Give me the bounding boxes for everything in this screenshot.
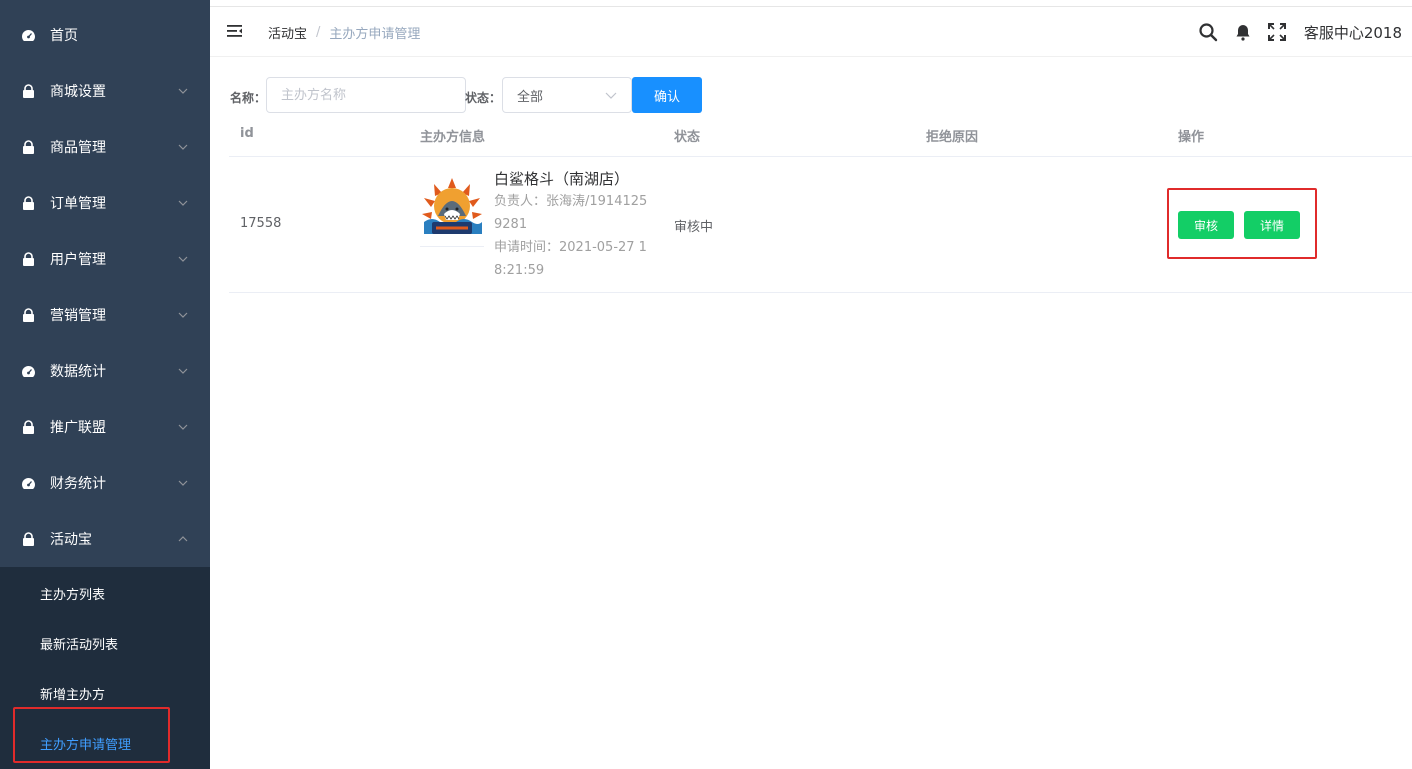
lock-icon: [20, 139, 36, 155]
breadcrumb-item-activity[interactable]: 活动宝: [268, 23, 307, 42]
filter-name-label: 名称：: [230, 91, 267, 105]
chevron-down-icon: [178, 310, 188, 321]
fullscreen-icon[interactable]: [1267, 22, 1287, 42]
submenu-item-label: 新增主办方: [40, 687, 106, 703]
sidebar-item-label: 推广联盟: [50, 420, 106, 436]
lock-icon: [20, 419, 36, 435]
lock-icon: [20, 307, 36, 323]
organizer-time-line-2: 8:21:59: [494, 263, 545, 278]
top-navbar: 活动宝 / 主办方申请管理 客服中心2018: [210, 7, 1412, 57]
breadcrumb: 活动宝 / 主办方申请管理: [268, 23, 420, 42]
sidebar-item-label: 商城设置: [50, 84, 106, 100]
organizer-time-line-1: 申请时间：2021-05-27 1: [494, 240, 647, 255]
highlight-box-actions: [1167, 188, 1317, 259]
filter-status-label: 状态：: [465, 91, 502, 105]
sidebar: 首页 商城设置 商品管理 订单管理 用户管理 营销管理 数据统计 推广联盟 财务…: [0, 0, 210, 769]
confirm-button[interactable]: 确认: [632, 77, 702, 113]
sidebar-item-affiliate[interactable]: 推广联盟: [0, 399, 210, 455]
submenu-item-organizer-list[interactable]: 主办方列表: [0, 568, 210, 618]
chevron-down-icon: [178, 86, 188, 97]
highlight-box-sidebar: [13, 707, 170, 763]
chevron-down-icon: [178, 478, 188, 489]
lock-icon: [20, 531, 36, 547]
submenu-item-label: 最新活动列表: [40, 637, 119, 653]
chevron-down-icon: [178, 422, 188, 433]
sidebar-item-label: 订单管理: [50, 196, 106, 212]
organizer-name-input[interactable]: [266, 77, 466, 113]
sidebar-item-marketing[interactable]: 营销管理: [0, 287, 210, 343]
dashboard-icon: [20, 27, 36, 43]
cell-status: 审核中: [674, 220, 714, 235]
table-row-divider: [229, 292, 1412, 293]
sidebar-item-statistics[interactable]: 数据统计: [0, 343, 210, 399]
organizer-name: 白鲨格斗（南湖店）: [494, 170, 630, 188]
lock-icon: [20, 83, 36, 99]
bell-icon[interactable]: [1233, 22, 1253, 42]
sidebar-item-orders[interactable]: 订单管理: [0, 175, 210, 231]
sidebar-item-activity[interactable]: 活动宝: [0, 511, 210, 567]
breadcrumb-item-current: 主办方申请管理: [329, 27, 421, 42]
chevron-down-icon: [178, 142, 188, 153]
column-header-status: 状态: [674, 130, 701, 145]
cell-id: 17558: [240, 216, 282, 231]
sidebar-item-label: 活动宝: [50, 532, 92, 548]
sidebar-item-label: 数据统计: [50, 364, 106, 380]
sidebar-item-label: 财务统计: [50, 476, 106, 492]
search-icon[interactable]: [1198, 22, 1218, 42]
table-header-divider: [229, 156, 1412, 157]
sidebar-item-label: 用户管理: [50, 252, 106, 268]
chevron-down-icon: [605, 89, 617, 102]
submenu-item-label: 主办方列表: [40, 587, 106, 603]
dashboard-icon: [20, 475, 36, 491]
logo-divider: [420, 246, 484, 247]
sidebar-item-home[interactable]: 首页: [0, 7, 210, 63]
column-header-id: id: [240, 126, 254, 141]
chevron-up-icon: [178, 534, 188, 545]
status-select[interactable]: 全部: [502, 77, 632, 113]
column-header-actions: 操作: [1178, 130, 1205, 145]
top-strip: [0, 0, 1412, 7]
breadcrumb-separator: /: [316, 25, 321, 40]
menu-toggle-icon[interactable]: [226, 22, 244, 40]
sidebar-item-mall-settings[interactable]: 商城设置: [0, 63, 210, 119]
lock-icon: [20, 195, 36, 211]
sidebar-item-finance[interactable]: 财务统计: [0, 455, 210, 511]
organizer-logo: [420, 176, 484, 246]
column-header-organizer-info: 主办方信息: [420, 130, 486, 145]
sidebar-item-label: 商品管理: [50, 140, 106, 156]
sidebar-item-label: 首页: [50, 28, 78, 44]
submenu-item-latest-activities[interactable]: 最新活动列表: [0, 618, 210, 668]
organizer-contact-line-1: 负责人：张海涛/1914125: [494, 194, 648, 209]
sidebar-item-goods[interactable]: 商品管理: [0, 119, 210, 175]
lock-icon: [20, 251, 36, 267]
chevron-down-icon: [178, 198, 188, 209]
chevron-down-icon: [178, 254, 188, 265]
user-name[interactable]: 客服中心2018: [1304, 22, 1402, 43]
organizer-contact-line-2: 9281: [494, 217, 528, 232]
column-header-reject-reason: 拒绝原因: [926, 130, 979, 145]
sidebar-item-label: 营销管理: [50, 308, 106, 324]
status-select-value: 全部: [517, 89, 544, 105]
chevron-down-icon: [178, 366, 188, 377]
dashboard-icon: [20, 363, 36, 379]
sidebar-item-users[interactable]: 用户管理: [0, 231, 210, 287]
